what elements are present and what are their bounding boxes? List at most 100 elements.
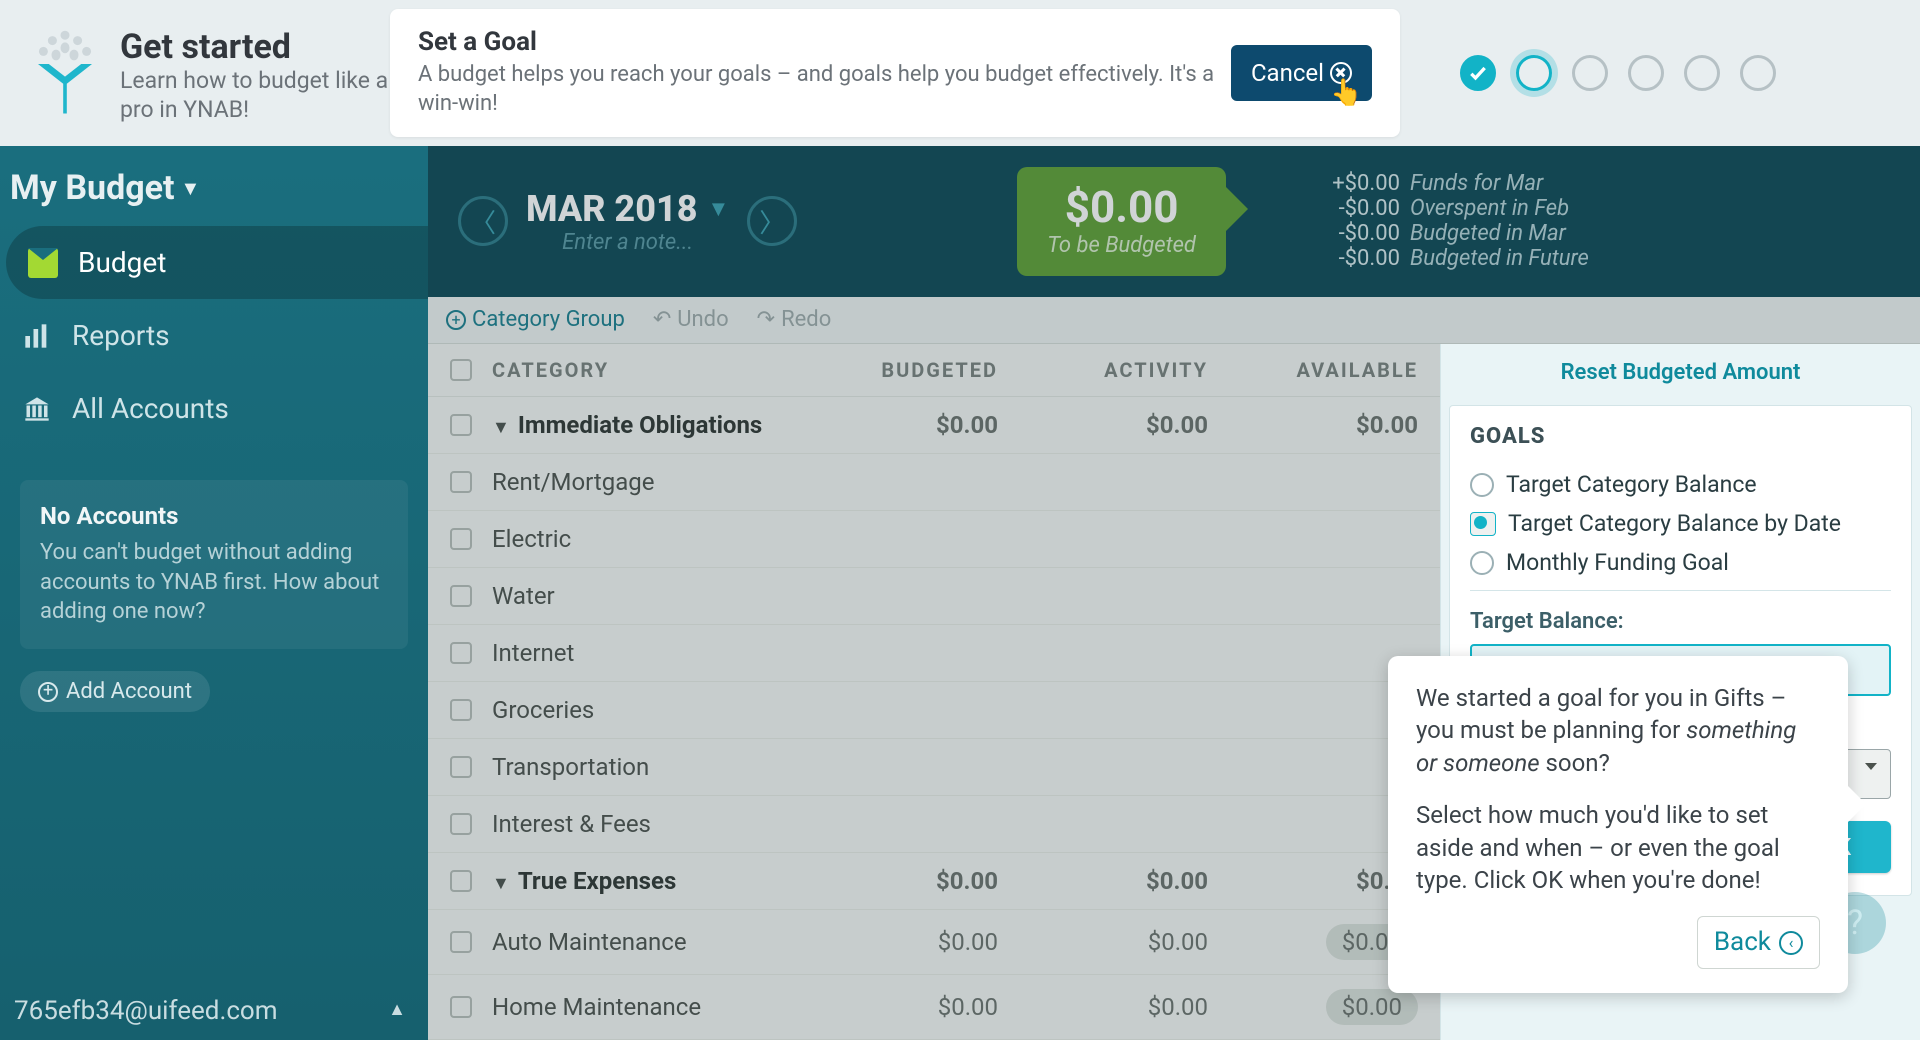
row-checkbox[interactable] <box>450 813 472 835</box>
row-checkbox[interactable] <box>450 870 472 892</box>
onboarding-subtitle: Learn how to budget like a pro in YNAB! <box>120 67 390 125</box>
category-row[interactable]: Auto Maintenance$0.00$0.00$0.00 <box>428 910 1440 975</box>
category-row[interactable]: Groceries <box>428 682 1440 739</box>
category-row[interactable]: Internet <box>428 625 1440 682</box>
add-category-group-button[interactable]: +Category Group <box>446 307 625 332</box>
sidebar-item-budget[interactable]: Budget <box>6 226 428 299</box>
row-checkbox[interactable] <box>450 585 472 607</box>
row-checkbox[interactable] <box>450 642 472 664</box>
category-name: Rent/Mortgage <box>492 468 654 496</box>
col-available: AVAILABLE <box>1208 358 1418 382</box>
next-month-button[interactable]: 〉 <box>747 196 797 246</box>
collapse-sidebar-icon[interactable]: ▲ <box>388 999 406 1020</box>
sidebar-item-label: All Accounts <box>72 392 229 425</box>
row-checkbox[interactable] <box>450 414 472 436</box>
step-6[interactable] <box>1740 55 1776 91</box>
cell-available: $0.00 <box>1208 989 1418 1025</box>
row-checkbox[interactable] <box>450 996 472 1018</box>
user-email[interactable]: 765efb34@uifeed.com <box>14 996 278 1026</box>
reset-budgeted-button[interactable]: Reset Budgeted Amount <box>1441 344 1920 401</box>
radio-icon <box>1470 473 1494 497</box>
bank-icon <box>22 394 52 424</box>
month-note-input[interactable]: Enter a note... <box>526 230 729 255</box>
add-account-button[interactable]: Add Account <box>20 671 210 712</box>
radio-selected-icon <box>1470 512 1496 536</box>
category-name: True Expenses <box>518 867 676 895</box>
no-accounts-title: No Accounts <box>40 502 388 530</box>
row-checkbox[interactable] <box>450 756 472 778</box>
step-5[interactable] <box>1684 55 1720 91</box>
cell-activity: $0.00 <box>998 867 1208 895</box>
cell-budgeted[interactable]: $0.00 <box>788 411 998 439</box>
chevron-down-icon: ▼ <box>707 196 729 222</box>
sidebar-item-label: Reports <box>72 319 170 352</box>
redo-button[interactable]: ↷Redo <box>757 307 832 332</box>
select-all-checkbox[interactable] <box>450 359 472 381</box>
cell-available: $0.00 <box>1208 411 1418 439</box>
category-group-row[interactable]: ▼True Expenses$0.00$0.00$0.00 <box>428 853 1440 910</box>
prev-month-button[interactable]: 〈 <box>458 196 508 246</box>
category-row[interactable]: Transportation <box>428 739 1440 796</box>
budget-selector[interactable]: My Budget ▼ <box>0 146 428 226</box>
row-checkbox[interactable] <box>450 471 472 493</box>
goal-option-target-balance-by-date[interactable]: Target Category Balance by Date <box>1470 504 1891 543</box>
category-row[interactable]: Water <box>428 568 1440 625</box>
category-name: Auto Maintenance <box>492 928 687 956</box>
undo-icon: ↶ <box>653 307 671 332</box>
onboarding-card-title: Set a Goal <box>418 27 1231 57</box>
cell-budgeted[interactable]: $0.00 <box>788 993 998 1021</box>
category-name: Water <box>492 582 555 610</box>
row-checkbox[interactable] <box>450 699 472 721</box>
envelope-icon <box>28 248 58 278</box>
category-row[interactable]: Home Maintenance$0.00$0.00$0.00 <box>428 975 1440 1040</box>
goals-header: GOALS <box>1470 424 1891 449</box>
col-budgeted: BUDGETED <box>788 358 998 382</box>
radio-icon <box>1470 551 1494 575</box>
cancel-label: Cancel <box>1251 59 1324 87</box>
budget-breakdown: +$0.00Funds for Mar -$0.00Overspent in F… <box>1316 171 1589 271</box>
budget-toolbar: +Category Group ↶Undo ↷Redo <box>428 297 1920 344</box>
col-category: CATEGORY <box>492 358 788 382</box>
current-month[interactable]: MAR 2018 ▼ <box>526 188 729 230</box>
category-row[interactable]: Rent/Mortgage <box>428 454 1440 511</box>
goal-option-monthly-funding[interactable]: Monthly Funding Goal <box>1470 543 1891 582</box>
category-row[interactable]: Electric <box>428 511 1440 568</box>
category-row[interactable]: Interest & Fees <box>428 796 1440 853</box>
step-2-current[interactable] <box>1516 55 1552 91</box>
undo-button[interactable]: ↶Undo <box>653 307 729 332</box>
app-main: My Budget ▼ Budget Reports All Accounts … <box>0 146 1920 1040</box>
bar-chart-icon <box>22 321 52 351</box>
target-balance-label: Target Balance: <box>1470 609 1891 634</box>
step-1-done[interactable] <box>1460 55 1496 91</box>
category-name: Transportation <box>492 753 649 781</box>
cell-budgeted[interactable]: $0.00 <box>788 928 998 956</box>
step-3[interactable] <box>1572 55 1608 91</box>
onboarding-cancel-button[interactable]: Cancel <box>1231 45 1372 101</box>
onboarding-card-body: A budget helps you reach your goals – an… <box>418 61 1231 118</box>
sidebar-item-label: Budget <box>78 246 166 279</box>
row-checkbox[interactable] <box>450 528 472 550</box>
onboarding-popover: We started a goal for you in Gifts – you… <box>1388 656 1848 993</box>
onboarding-intro: Get started Learn how to budget like a p… <box>110 22 390 125</box>
row-checkbox[interactable] <box>450 931 472 953</box>
sidebar-item-all-accounts[interactable]: All Accounts <box>0 372 428 445</box>
cell-budgeted[interactable]: $0.00 <box>788 867 998 895</box>
cell-available: $0.00 <box>1208 867 1418 895</box>
step-4[interactable] <box>1628 55 1664 91</box>
no-accounts-card: No Accounts You can't budget without add… <box>20 480 408 649</box>
onboarding-progress <box>1460 55 1776 91</box>
cell-activity: $0.00 <box>998 928 1208 956</box>
sidebar-item-reports[interactable]: Reports <box>0 299 428 372</box>
sidebar: My Budget ▼ Budget Reports All Accounts … <box>0 146 428 1040</box>
chevron-down-icon: ▼ <box>181 176 201 201</box>
redo-icon: ↷ <box>757 307 775 332</box>
category-name: Internet <box>492 639 574 667</box>
cell-available: $0.00 <box>1208 924 1418 960</box>
cell-activity: $0.00 <box>998 411 1208 439</box>
goal-option-target-balance[interactable]: Target Category Balance <box>1470 465 1891 504</box>
category-name: Immediate Obligations <box>518 411 762 439</box>
arrow-left-circle-icon: ‹ <box>1779 931 1803 955</box>
popover-back-button[interactable]: Back ‹ <box>1697 916 1820 969</box>
category-group-row[interactable]: ▼Immediate Obligations$0.00$0.00$0.00 <box>428 397 1440 454</box>
category-name: Groceries <box>492 696 594 724</box>
